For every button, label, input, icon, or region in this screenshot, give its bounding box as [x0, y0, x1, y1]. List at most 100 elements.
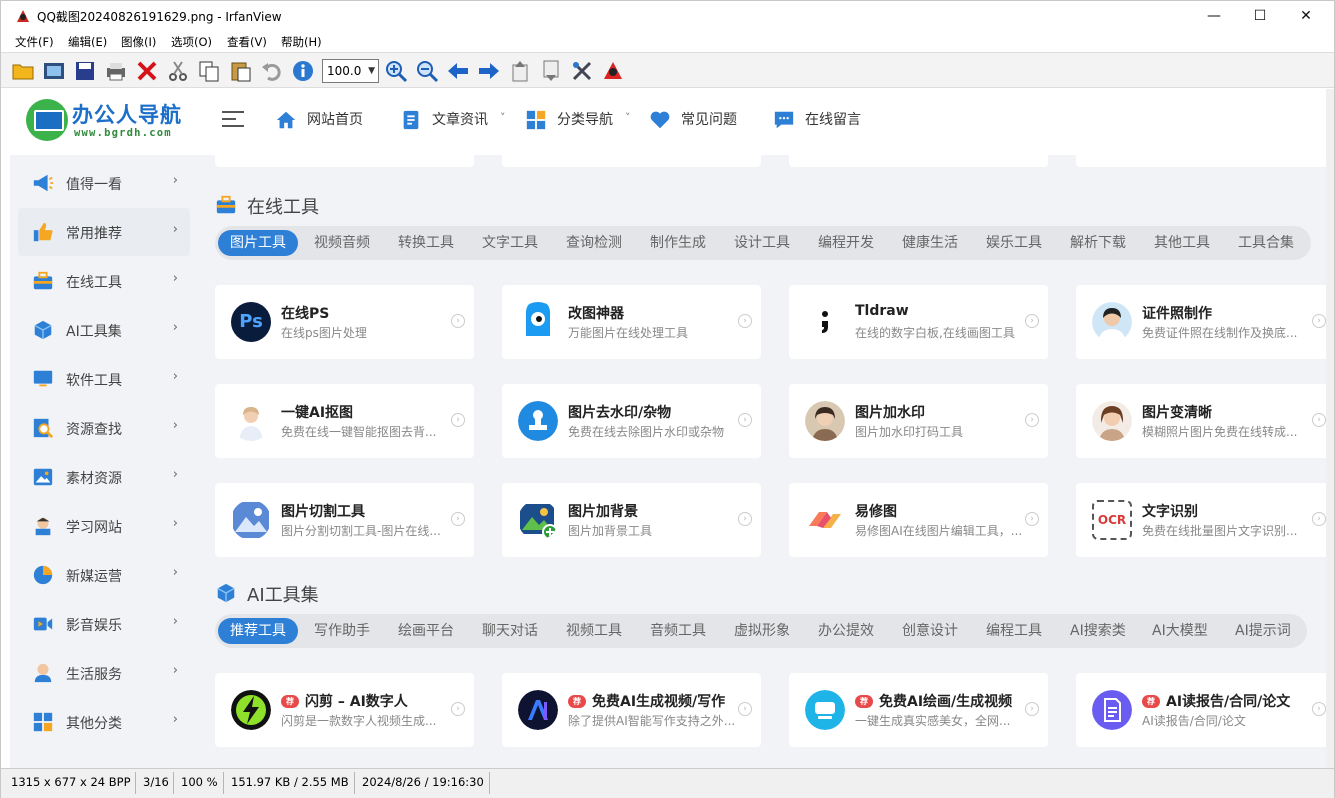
sidebar-item-ai-tools[interactable]: AI工具集 ›: [18, 306, 190, 354]
close-button[interactable]: ✕: [1283, 1, 1329, 31]
tab-video[interactable]: 视频工具: [554, 618, 634, 644]
tab-writing[interactable]: 写作助手: [302, 618, 382, 644]
first-page-icon[interactable]: [508, 59, 532, 83]
add-background-icon: [520, 504, 558, 540]
print-icon[interactable]: [104, 59, 128, 83]
zoom-out-icon[interactable]: [415, 59, 439, 83]
tab-generate[interactable]: 制作生成: [638, 230, 718, 256]
video-icon: [33, 617, 53, 631]
irfanview-app-icon[interactable]: [15, 8, 31, 24]
sidebar-item-worth-seeing[interactable]: 值得一看 ›: [18, 159, 190, 207]
tab-query[interactable]: 查询检测: [554, 230, 634, 256]
copy-icon[interactable]: [197, 59, 221, 83]
tab-prompts[interactable]: AI提示词: [1223, 618, 1303, 644]
save-icon[interactable]: [73, 59, 97, 83]
ai-tool-card[interactable]: 荐免费AI绘画/生成视频 一键生成真实感美女，全网... ›: [789, 673, 1048, 747]
tab-convert[interactable]: 转换工具: [386, 230, 466, 256]
tab-video-audio[interactable]: 视频音频: [302, 230, 382, 256]
slideshow-icon[interactable]: [42, 59, 66, 83]
delete-icon[interactable]: [135, 59, 159, 83]
chevron-right-icon: ›: [738, 314, 752, 328]
tool-card[interactable]: 图片去水印/杂物 免费在线去除图片水印或杂物 ›: [502, 384, 761, 458]
open-folder-icon[interactable]: [11, 59, 35, 83]
tool-card[interactable]: 图片加背景 图片加背景工具 ›: [502, 483, 761, 557]
sidebar-item-label: 值得一看: [66, 177, 122, 193]
tool-card[interactable]: 改图神器 万能图片在线处理工具 ›: [502, 285, 761, 359]
yixiutu-logo-icon: [809, 512, 841, 528]
cut-icon[interactable]: [166, 59, 190, 83]
undo-icon[interactable]: [260, 59, 284, 83]
vertical-scrollbar[interactable]: [1326, 89, 1334, 768]
tool-card[interactable]: 图片变清晰 模糊照片图片免费在线转成... ›: [1076, 384, 1326, 458]
chevron-right-icon: ›: [738, 702, 752, 716]
menu-view[interactable]: 查看(V): [227, 34, 267, 50]
tool-card[interactable]: OCR 文字识别 免费在线批量图片文字识别... ›: [1076, 483, 1326, 557]
tab-chat[interactable]: 聊天对话: [470, 618, 550, 644]
info-icon[interactable]: [291, 59, 315, 83]
tab-avatar[interactable]: 虚拟形象: [722, 618, 802, 644]
menu-edit[interactable]: 编辑(E): [68, 34, 107, 50]
nav-label: 常见问题: [681, 112, 737, 128]
tool-card[interactable]: 图片切割工具 图片分割切割工具-图片在线... ›: [215, 483, 474, 557]
tool-card[interactable]: 证件照制作 免费证件照在线制作及换底... ›: [1076, 285, 1326, 359]
sidebar-item-life-services[interactable]: 生活服务 ›: [18, 649, 190, 697]
tool-card[interactable]: Ps 在线PS 在线ps图片处理 ›: [215, 285, 474, 359]
previous-icon[interactable]: [446, 59, 470, 83]
sidebar-item-others[interactable]: 其他分类 ›: [18, 698, 190, 746]
tab-ai-search[interactable]: AI搜索类: [1058, 618, 1138, 644]
last-page-icon[interactable]: [539, 59, 563, 83]
tab-creative[interactable]: 创意设计: [890, 618, 970, 644]
sidebar-item-software[interactable]: 软件工具 ›: [18, 355, 190, 403]
tab-design[interactable]: 设计工具: [722, 230, 802, 256]
zoom-select[interactable]: 100.0 ▼: [322, 59, 379, 83]
tool-card[interactable]: 图片加水印 图片加水印打码工具 ›: [789, 384, 1048, 458]
tab-llm[interactable]: AI大模型: [1140, 618, 1220, 644]
portrait-avatar-icon: [231, 401, 271, 441]
tab-recommended[interactable]: 推荐工具: [218, 618, 298, 644]
next-icon[interactable]: [477, 59, 501, 83]
maximize-button[interactable]: ☐: [1237, 1, 1283, 31]
recommend-badge: 荐: [568, 695, 586, 708]
tab-health[interactable]: 健康生活: [890, 230, 970, 256]
menu-image[interactable]: 图像(I): [121, 34, 156, 50]
tab-text[interactable]: 文字工具: [470, 230, 550, 256]
sidebar-item-resource-search[interactable]: 资源查找 ›: [18, 404, 190, 452]
zoom-in-icon[interactable]: [384, 59, 408, 83]
tab-painting[interactable]: 绘画平台: [386, 618, 466, 644]
ai-tool-card[interactable]: 荐闪剪 – AI数字人 闪剪是一款数字人视频生成... ›: [215, 673, 474, 747]
sidebar-item-recommended[interactable]: 常用推荐 ›: [18, 208, 190, 256]
tab-image-tools[interactable]: 图片工具: [218, 230, 298, 256]
landscape-icon: [233, 502, 269, 538]
sidebar-item-online-tools[interactable]: 在线工具 ›: [18, 257, 190, 305]
home-icon: [276, 111, 296, 129]
tab-audio[interactable]: 音频工具: [638, 618, 718, 644]
irfanview-logo-icon[interactable]: [601, 59, 625, 83]
ai-tool-card[interactable]: 荐 AI读报告/合同/论文 AI读报告/合同/论文 ›: [1076, 673, 1326, 747]
tab-collection[interactable]: 工具合集: [1226, 230, 1306, 256]
tool-card[interactable]: Tldraw 在线的数字白板,在线画图工具 ›: [789, 285, 1048, 359]
tab-fun[interactable]: 娱乐工具: [974, 230, 1054, 256]
tab-coding[interactable]: 编程工具: [974, 618, 1054, 644]
menu-file[interactable]: 文件(F): [15, 34, 54, 50]
menu-toggle-icon[interactable]: [222, 111, 244, 127]
tab-other[interactable]: 其他工具: [1142, 230, 1222, 256]
sidebar-item-materials[interactable]: 素材资源 ›: [18, 453, 190, 501]
tab-download[interactable]: 解析下载: [1058, 230, 1138, 256]
sidebar-item-new-media[interactable]: 新媒运营 ›: [18, 551, 190, 599]
ai-tool-card[interactable]: 荐免费AI生成视频/写作 除了提供AI智能写作支持之外... ›: [502, 673, 761, 747]
chevron-right-icon: ›: [1312, 702, 1326, 716]
chevron-right-icon: ›: [172, 418, 178, 433]
menu-options[interactable]: 选项(O): [171, 34, 212, 50]
site-logo[interactable]: 办公人导航 www.bgrdh.com: [24, 97, 194, 145]
tool-card[interactable]: 一键AI抠图 免费在线一键智能抠图去背... ›: [215, 384, 474, 458]
sidebar-item-entertainment[interactable]: 影音娱乐 ›: [18, 600, 190, 648]
sidebar-item-learning[interactable]: 学习网站 ›: [18, 502, 190, 550]
tool-card[interactable]: 易修图 易修图AI在线图片编辑工具，... ›: [789, 483, 1048, 557]
tab-programming[interactable]: 编程开发: [806, 230, 886, 256]
minimize-button[interactable]: —: [1191, 1, 1237, 31]
paste-icon[interactable]: [229, 59, 253, 83]
menu-bar: 文件(F) 编辑(E) 图像(I) 选项(O) 查看(V) 帮助(H): [1, 31, 1334, 51]
menu-help[interactable]: 帮助(H): [281, 34, 322, 50]
tab-office[interactable]: 办公提效: [806, 618, 886, 644]
settings-icon[interactable]: [570, 59, 594, 83]
